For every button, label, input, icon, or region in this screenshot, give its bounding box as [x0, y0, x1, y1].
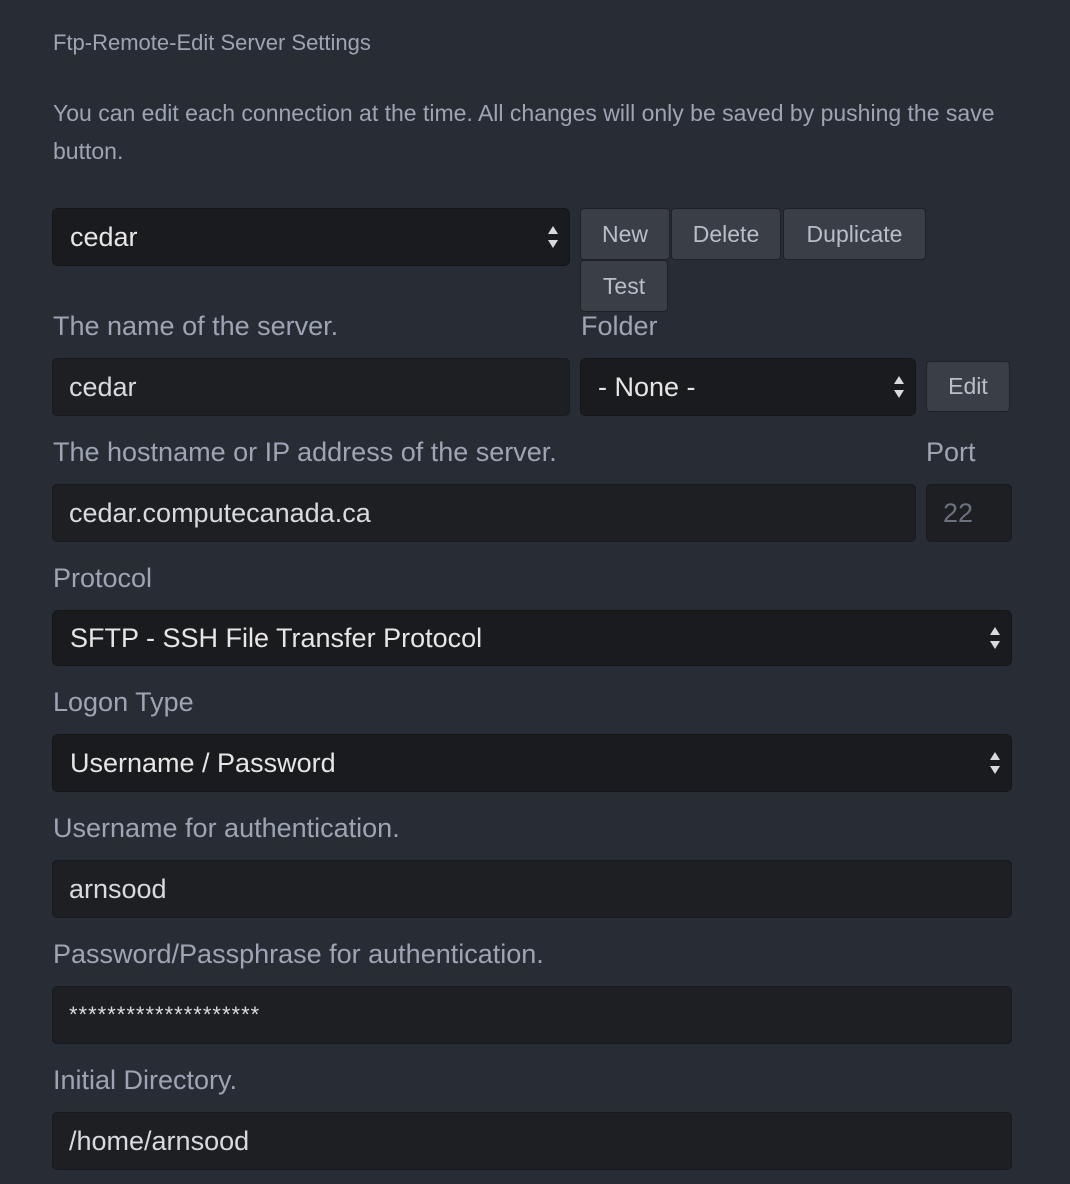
- updown-arrows-icon: [990, 627, 1000, 649]
- port-input[interactable]: 22: [926, 484, 1012, 542]
- hostname-label: The hostname or IP address of the server…: [53, 437, 557, 467]
- logon-type-select-value: Username / Password: [70, 747, 336, 778]
- username-input[interactable]: arnsood: [52, 860, 1012, 918]
- server-name-value: cedar: [69, 371, 137, 402]
- username-value: arnsood: [69, 873, 167, 904]
- hostname-input[interactable]: cedar.computecanada.ca: [52, 484, 916, 542]
- password-input[interactable]: ********************: [52, 986, 1012, 1044]
- initial-directory-label: Initial Directory.: [53, 1065, 238, 1095]
- protocol-select-value: SFTP - SSH File Transfer Protocol: [70, 622, 483, 653]
- server-select[interactable]: cedar: [52, 208, 570, 266]
- logon-type-label: Logon Type: [53, 687, 194, 717]
- updown-arrows-icon: [990, 752, 1000, 774]
- folder-label: Folder: [581, 311, 658, 341]
- server-name-label: The name of the server.: [53, 311, 339, 341]
- folder-edit-button[interactable]: Edit: [926, 361, 1010, 412]
- username-label: Username for authentication.: [53, 813, 400, 843]
- password-value: ********************: [69, 1002, 261, 1027]
- duplicate-button[interactable]: Duplicate: [783, 208, 926, 260]
- port-label: Port: [926, 437, 976, 467]
- updown-arrows-icon: [894, 376, 904, 398]
- settings-description: You can edit each connection at the time…: [53, 100, 995, 164]
- initial-directory-value: /home/arnsood: [69, 1125, 250, 1156]
- server-name-input[interactable]: cedar: [52, 358, 570, 416]
- port-value: 22: [943, 497, 974, 528]
- delete-button[interactable]: Delete: [671, 208, 781, 260]
- test-button[interactable]: Test: [580, 260, 668, 312]
- new-button[interactable]: New: [580, 208, 670, 260]
- server-select-value: cedar: [70, 221, 138, 252]
- folder-select-value: - None -: [598, 371, 696, 402]
- initial-directory-input[interactable]: /home/arnsood: [52, 1112, 1012, 1170]
- protocol-label: Protocol: [53, 563, 153, 593]
- settings-title: Ftp-Remote-Edit Server Settings: [53, 30, 371, 55]
- logon-type-select[interactable]: Username / Password: [52, 734, 1012, 792]
- password-label: Password/Passphrase for authentication.: [53, 939, 544, 969]
- updown-arrows-icon: [548, 226, 558, 248]
- protocol-select[interactable]: SFTP - SSH File Transfer Protocol: [52, 610, 1012, 666]
- folder-select[interactable]: - None -: [580, 358, 916, 416]
- hostname-value: cedar.computecanada.ca: [69, 497, 371, 528]
